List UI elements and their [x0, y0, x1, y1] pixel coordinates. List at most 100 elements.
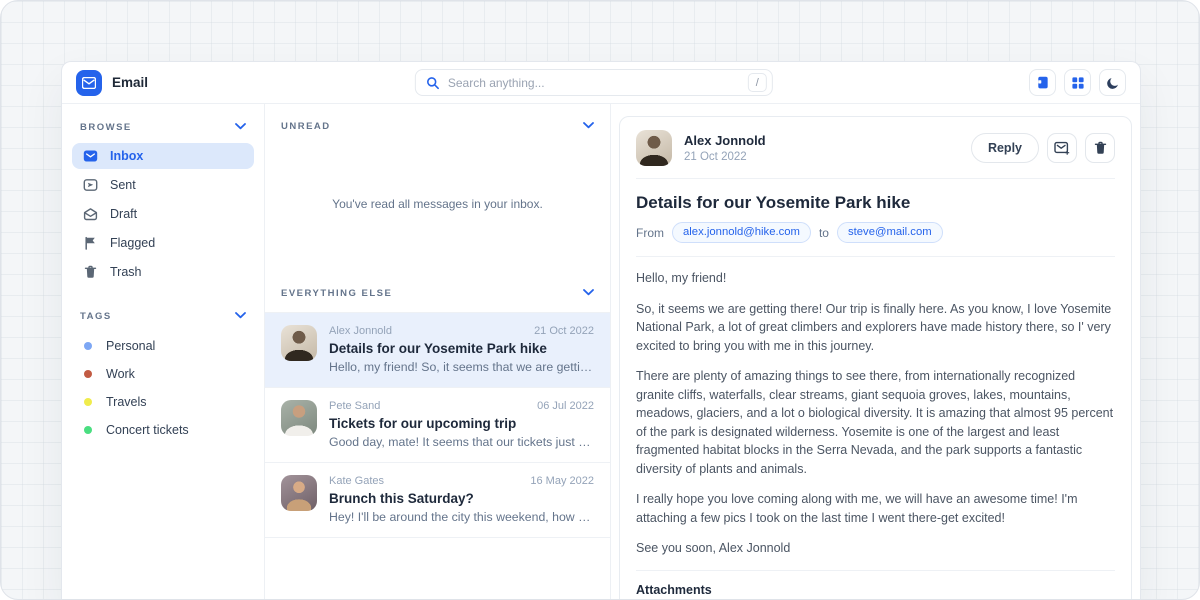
apps-grid-button[interactable] — [1064, 69, 1091, 96]
body-paragraph: See you soon, Alex Jonnold — [636, 539, 1115, 558]
everything-else-label: EVERYTHING ELSE — [281, 288, 392, 299]
sidebar-item-label: Sent — [110, 178, 136, 192]
message-subject: Details for our Yosemite Park hike — [329, 341, 594, 356]
sidebar-item-sent[interactable]: Sent — [72, 172, 254, 198]
tag-dot — [84, 342, 92, 350]
message-date: 06 Jul 2022 — [537, 400, 594, 412]
book-icon — [1035, 75, 1050, 90]
delete-button[interactable] — [1085, 133, 1115, 163]
from-email-pill[interactable]: alex.jonnold@hike.com — [672, 222, 811, 243]
search-icon — [426, 76, 440, 90]
to-label: to — [819, 226, 829, 240]
detail-date: 21 Oct 2022 — [684, 151, 766, 163]
tag-label: Personal — [106, 339, 155, 353]
envelope-plus-icon — [1054, 141, 1070, 155]
divider — [636, 570, 1115, 571]
avatar — [636, 130, 672, 166]
sidebar-item-trash[interactable]: Trash — [72, 259, 254, 285]
desktop-background: Email / — [0, 0, 1200, 600]
email-body: Hello, my friend! So, it seems we are ge… — [636, 269, 1115, 558]
sidebar-item-flagged[interactable]: Flagged — [72, 230, 254, 256]
message-subject: Brunch this Saturday? — [329, 491, 594, 506]
chevron-down-icon[interactable] — [583, 121, 594, 132]
tag-label: Travels — [106, 395, 147, 409]
body-paragraph: I really hope you love coming along with… — [636, 490, 1115, 527]
to-email-pill[interactable]: steve@mail.com — [837, 222, 943, 243]
tag-label: Concert tickets — [106, 423, 189, 437]
detail-actions: Reply — [971, 133, 1115, 163]
moon-icon — [1106, 76, 1120, 90]
address-book-button[interactable] — [1029, 69, 1056, 96]
message-sender: Pete Sand — [329, 400, 380, 412]
message-preview: Hey! I'll be around the city this weeken… — [329, 510, 594, 524]
message-date: 21 Oct 2022 — [534, 325, 594, 337]
tags-label: TAGS — [80, 311, 112, 322]
everything-else-section-header: EVERYTHING ELSE — [265, 268, 610, 312]
sidebar-item-draft[interactable]: Draft — [72, 201, 254, 227]
divider — [636, 256, 1115, 257]
from-to-row: From alex.jonnold@hike.com to steve@mail… — [636, 222, 1115, 243]
message-row-kate[interactable]: Kate Gates 16 May 2022 Brunch this Satur… — [265, 462, 610, 538]
avatar — [281, 400, 317, 436]
email-detail-card: Alex Jonnold 21 Oct 2022 Reply — [619, 116, 1132, 600]
draft-icon — [82, 207, 98, 221]
unread-section-header: UNREAD — [265, 104, 610, 140]
email-subject: Details for our Yosemite Park hike — [636, 193, 1115, 213]
unread-label: UNREAD — [281, 121, 331, 132]
search-shortcut-badge: / — [748, 73, 767, 92]
tag-dot — [84, 398, 92, 406]
inbox-icon — [82, 149, 98, 163]
sidebar-item-label: Flagged — [110, 236, 155, 250]
sidebar-item-label: Trash — [110, 265, 142, 279]
sidebar-item-label: Inbox — [110, 149, 143, 163]
message-sender: Alex Jonnold — [329, 325, 392, 337]
chevron-down-icon[interactable] — [235, 311, 246, 322]
browse-label: BROWSE — [80, 122, 132, 133]
tag-label: Work — [106, 367, 135, 381]
from-label: From — [636, 226, 664, 240]
tag-dot — [84, 426, 92, 434]
chevron-down-icon[interactable] — [235, 122, 246, 133]
grid-icon — [1071, 76, 1085, 90]
sidebar: BROWSE Inbox Sent — [62, 104, 264, 600]
main-content: BROWSE Inbox Sent — [62, 104, 1140, 600]
tag-item-work[interactable]: Work — [72, 360, 254, 388]
flag-icon — [82, 236, 98, 250]
tag-dot — [84, 370, 92, 378]
message-subject: Tickets for our upcoming trip — [329, 416, 594, 431]
reply-button[interactable]: Reply — [971, 133, 1039, 163]
top-bar: Email / — [62, 62, 1140, 104]
sent-icon — [82, 178, 98, 192]
mail-logo-icon — [76, 70, 102, 96]
chevron-down-icon[interactable] — [583, 288, 594, 299]
tag-item-concert-tickets[interactable]: Concert tickets — [72, 416, 254, 444]
unread-empty-message: You've read all messages in your inbox. — [265, 140, 610, 268]
body-paragraph: There are plenty of amazing things to se… — [636, 367, 1115, 478]
reading-pane: Alex Jonnold 21 Oct 2022 Reply — [611, 104, 1140, 600]
body-paragraph: Hello, my friend! — [636, 269, 1115, 288]
message-preview: Hello, my friend! So, it seems that we a… — [329, 360, 594, 374]
search-input[interactable] — [448, 76, 740, 90]
sidebar-item-label: Draft — [110, 207, 137, 221]
message-row-alex[interactable]: Alex Jonnold 21 Oct 2022 Details for our… — [265, 312, 610, 387]
sidebar-item-inbox[interactable]: Inbox — [72, 143, 254, 169]
mark-unread-button[interactable] — [1047, 133, 1077, 163]
attachments-label: Attachments — [636, 583, 1115, 597]
tags-section-header: TAGS — [72, 307, 254, 332]
tag-item-personal[interactable]: Personal — [72, 332, 254, 360]
tag-item-travels[interactable]: Travels — [72, 388, 254, 416]
message-list: UNREAD You've read all messages in your … — [264, 104, 611, 600]
top-actions — [1029, 69, 1126, 96]
message-preview: Good day, mate! It seems that our ticket… — [329, 435, 594, 449]
divider — [636, 178, 1115, 179]
dark-mode-toggle[interactable] — [1099, 69, 1126, 96]
detail-sender-name: Alex Jonnold — [684, 133, 766, 148]
email-detail-header: Alex Jonnold 21 Oct 2022 Reply — [636, 130, 1115, 166]
app-title: Email — [112, 75, 148, 90]
search-bar[interactable]: / — [415, 69, 773, 96]
app-brand: Email — [76, 70, 148, 96]
body-paragraph: So, it seems we are getting there! Our t… — [636, 300, 1115, 356]
browse-section-header: BROWSE — [72, 118, 254, 143]
email-app-window: Email / — [61, 61, 1141, 600]
message-row-pete[interactable]: Pete Sand 06 Jul 2022 Tickets for our up… — [265, 387, 610, 462]
